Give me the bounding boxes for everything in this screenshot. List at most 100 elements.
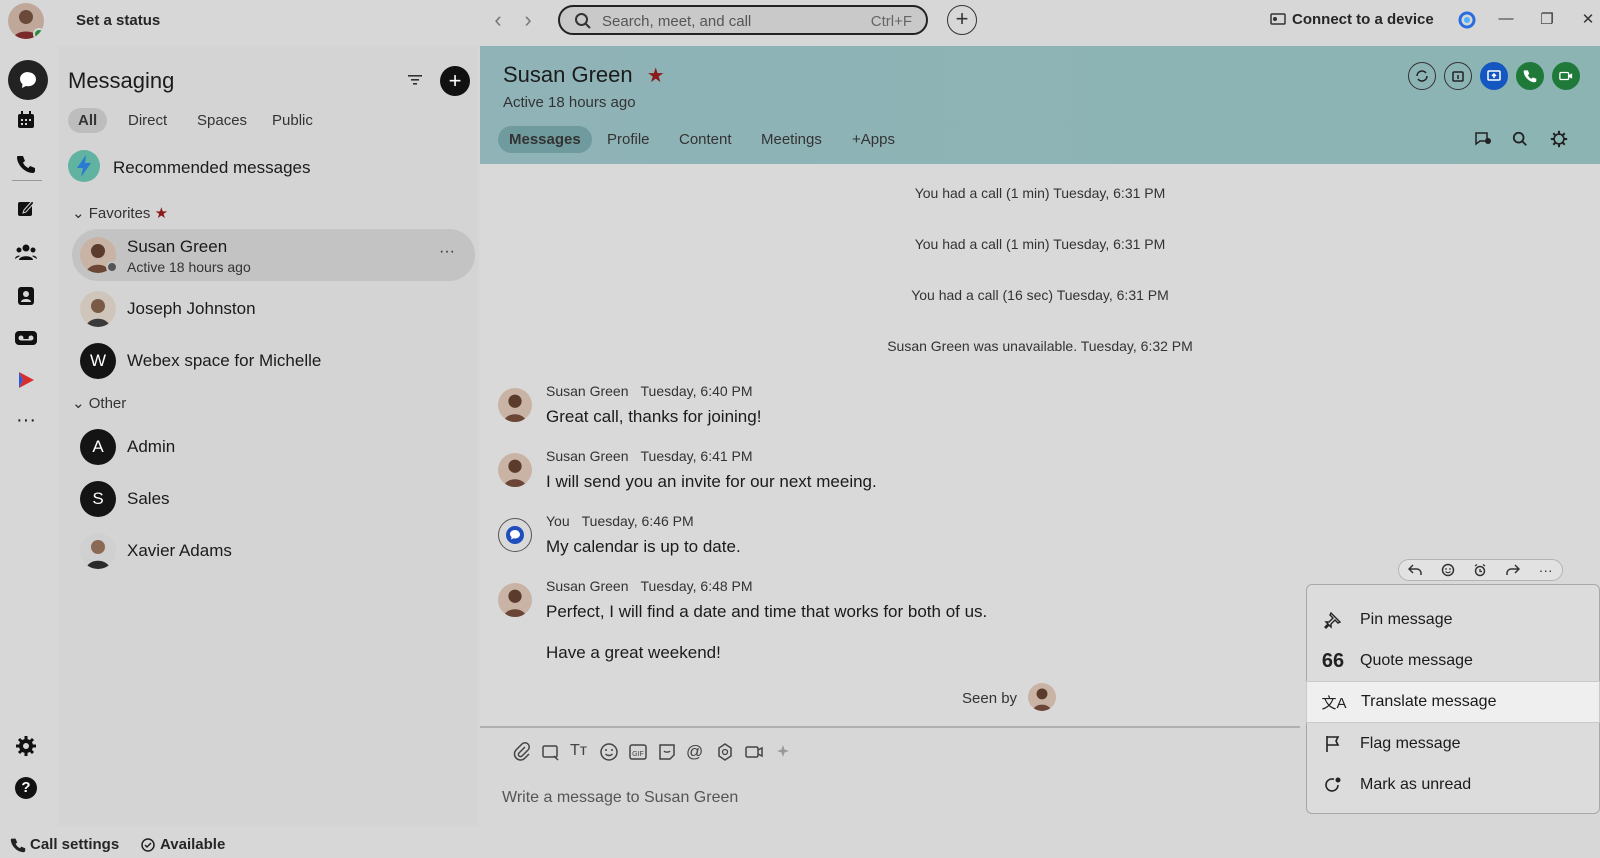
reminder-icon[interactable]	[1473, 563, 1487, 577]
menu-translate-message[interactable]: 文A Translate message	[1306, 681, 1600, 723]
add-button[interactable]: +	[947, 5, 977, 35]
space-activity-icon[interactable]	[1474, 131, 1492, 147]
tab-profile[interactable]: Profile	[596, 126, 661, 153]
avatar	[80, 533, 116, 569]
ai-assistant-icon[interactable]	[773, 742, 795, 764]
message-time: Tuesday, 6:41 PM	[640, 448, 753, 464]
favorite-star-icon[interactable]: ★	[647, 65, 665, 87]
restore-button[interactable]: ❐	[1537, 10, 1557, 30]
settings-gear-icon[interactable]	[10, 730, 42, 762]
contact-xavier-adams[interactable]: Xavier Adams	[72, 525, 475, 577]
react-icon[interactable]	[1441, 563, 1455, 577]
forward-icon[interactable]	[1506, 564, 1521, 576]
chevron-down-icon: ⌄	[72, 205, 85, 222]
tab-messages[interactable]: Messages	[498, 126, 592, 153]
sync-icon[interactable]	[1408, 62, 1436, 90]
avatar: W	[80, 343, 116, 379]
menu-flag-message[interactable]: Flag message	[1306, 723, 1600, 765]
availability-button[interactable]: Available	[140, 836, 225, 853]
avatar	[498, 453, 532, 487]
video-message-icon[interactable]	[744, 742, 766, 764]
filter-tab-all[interactable]: All	[68, 108, 108, 133]
call-settings-label: Call settings	[30, 836, 120, 853]
menu-pin-message[interactable]: Pin message	[1306, 599, 1600, 641]
other-section[interactable]: ⌄ Other	[72, 394, 126, 412]
voicemail-icon[interactable]	[10, 322, 42, 354]
avatar	[498, 388, 532, 422]
user-avatar[interactable]	[8, 3, 44, 39]
message-input[interactable]: Write a message to Susan Green	[502, 789, 738, 807]
pin-icon	[1306, 611, 1360, 629]
filter-tab-direct[interactable]: Direct	[118, 108, 177, 133]
tab-apps[interactable]: +Apps	[841, 126, 906, 153]
new-message-button[interactable]: +	[440, 66, 470, 96]
recommended-icon	[68, 150, 100, 182]
message-text[interactable]: Great call, thanks for joining!	[546, 407, 761, 427]
format-text-icon[interactable]: Tт	[570, 742, 592, 764]
recommended-messages[interactable]: Recommended messages	[113, 158, 310, 178]
copilot-icon[interactable]	[1458, 11, 1476, 29]
reply-icon[interactable]	[1408, 564, 1423, 576]
tab-meetings[interactable]: Meetings	[750, 126, 833, 153]
teams-icon[interactable]	[10, 236, 42, 268]
system-message: Susan Green was unavailable. Tuesday, 6:…	[887, 338, 1193, 354]
message-text[interactable]: Have a great weekend!	[546, 643, 721, 663]
menu-mark-unread[interactable]: Mark as unread	[1306, 764, 1600, 806]
more-actions-icon[interactable]: ···	[1539, 563, 1553, 577]
filter-tab-public[interactable]: Public	[262, 108, 323, 133]
screen-capture-icon[interactable]	[541, 742, 563, 764]
minimize-button[interactable]: —	[1496, 10, 1516, 30]
filter-tab-spaces[interactable]: Spaces	[187, 108, 257, 133]
whiteboard-icon[interactable]	[10, 192, 42, 224]
more-apps-icon[interactable]: ···	[10, 404, 42, 436]
phone-icon[interactable]	[10, 148, 42, 180]
chat-search-icon[interactable]	[1512, 131, 1528, 147]
contact-joseph-johnston[interactable]: Joseph Johnston	[72, 283, 475, 335]
set-status-button[interactable]: Set a status	[76, 12, 160, 29]
sticker-icon[interactable]	[657, 742, 679, 764]
message-hover-toolbar: ···	[1398, 559, 1563, 581]
tab-content[interactable]: Content	[668, 126, 743, 153]
schedule-send-icon[interactable]	[715, 742, 737, 764]
chat-title: Susan Green ★	[503, 62, 665, 88]
contact-webex-space[interactable]: W Webex space for Michelle	[72, 335, 475, 387]
share-screen-button[interactable]	[1480, 62, 1508, 90]
forward-arrow-icon[interactable]: ›	[518, 9, 538, 32]
message-text[interactable]: I will send you an invite for our next m…	[546, 472, 877, 492]
mention-icon[interactable]: @	[686, 742, 708, 764]
help-icon[interactable]: ?	[10, 772, 42, 804]
filter-icon[interactable]	[408, 74, 422, 86]
chat-settings-gear-icon[interactable]	[1550, 130, 1568, 148]
self-avatar-icon	[498, 518, 532, 552]
video-call-button[interactable]	[1552, 62, 1580, 90]
rail-divider	[12, 180, 42, 181]
search-input[interactable]: Search, meet, and call Ctrl+F	[558, 5, 928, 35]
contacts-icon[interactable]	[10, 280, 42, 312]
more-options-icon[interactable]: ···	[439, 243, 455, 261]
contact-admin[interactable]: A Admin	[72, 421, 475, 473]
schedule-icon[interactable]	[1444, 62, 1472, 90]
call-settings-button[interactable]: Call settings	[10, 836, 119, 853]
webex-app-icon[interactable]	[10, 364, 42, 396]
seen-by-avatar[interactable]	[1028, 683, 1056, 711]
close-button[interactable]: ✕	[1578, 10, 1598, 30]
attach-icon[interactable]	[512, 742, 534, 764]
message-text[interactable]: My calendar is up to date.	[546, 537, 741, 557]
menu-quote-message[interactable]: 66 Quote message	[1306, 640, 1600, 682]
back-arrow-icon[interactable]: ‹	[488, 9, 508, 32]
connect-device-label: Connect to a device	[1292, 11, 1434, 28]
gif-icon[interactable]: GIF	[628, 742, 650, 764]
favorites-label: Favorites	[88, 205, 151, 222]
contact-sales[interactable]: S Sales	[72, 473, 475, 525]
favorites-section[interactable]: ⌄ Favorites ★	[72, 204, 168, 222]
messaging-icon[interactable]	[8, 60, 48, 100]
device-icon	[1270, 13, 1286, 27]
emoji-icon[interactable]	[599, 742, 621, 764]
message-time: Tuesday, 6:46 PM	[581, 513, 694, 529]
availability-icon	[140, 837, 156, 853]
audio-call-button[interactable]	[1516, 62, 1544, 90]
connect-device-button[interactable]: Connect to a device	[1270, 11, 1434, 28]
calendar-icon[interactable]	[10, 104, 42, 136]
message-text[interactable]: Perfect, I will find a date and time tha…	[546, 602, 987, 622]
contact-susan-green[interactable]: Susan Green Active 18 hours ago ···	[72, 229, 475, 281]
